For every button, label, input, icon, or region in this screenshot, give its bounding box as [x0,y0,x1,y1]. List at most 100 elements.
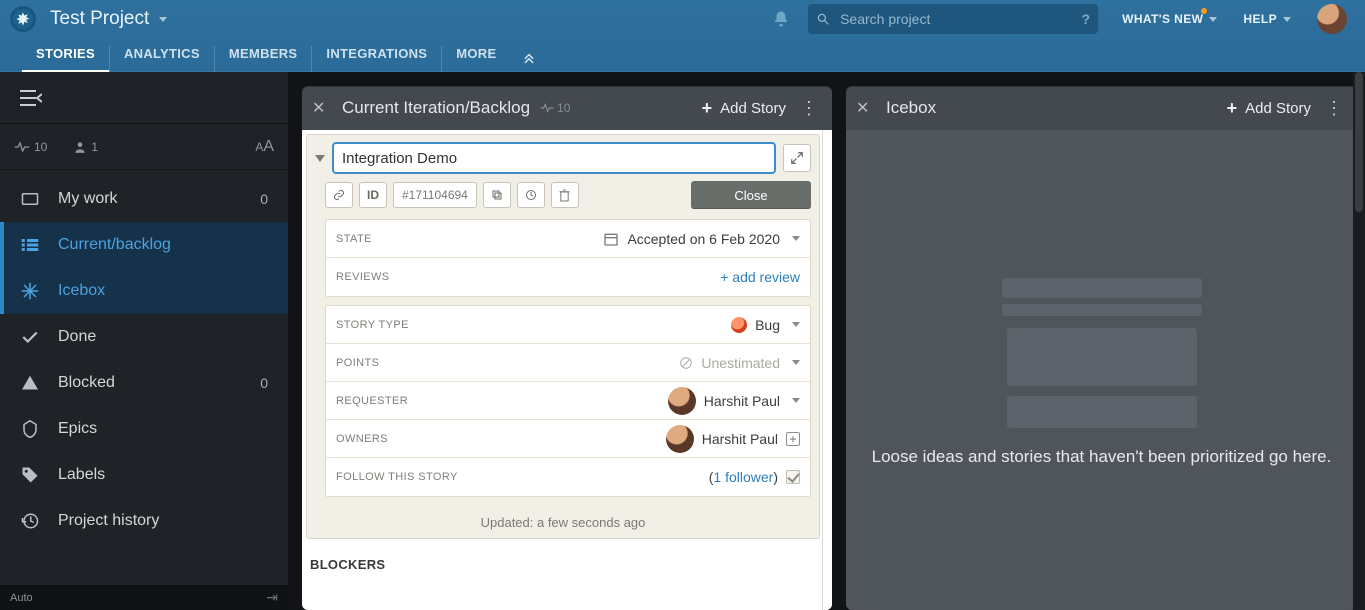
story-collapse-icon[interactable] [315,155,325,162]
owners-row[interactable]: OWNERS Harshit Paul + [326,420,810,458]
notifications-icon[interactable] [772,10,790,28]
labels-icon [20,466,40,484]
icebox-empty-state: Loose ideas and stories that haven't bee… [846,130,1357,610]
copy-icon[interactable] [483,182,511,208]
owners-value: Harshit Paul [702,431,778,447]
search-box[interactable]: ? [808,4,1098,34]
prop-label: OWNERS [336,433,466,445]
sidebar-item-label: Project history [58,512,159,530]
empty-text: Loose ideas and stories that haven't bee… [872,446,1332,469]
panel-menu-icon[interactable]: ⋮ [1321,98,1347,119]
sidebar-item-blocked[interactable]: Blocked 0 [0,360,288,406]
plus-icon: + [702,98,713,119]
follow-row: FOLLOW THIS STORY (1 follower) [326,458,810,496]
expand-bottom-icon[interactable]: ⇥ [266,589,278,606]
sidebar-item-count: 0 [260,375,268,391]
search-help-icon[interactable]: ? [1082,11,1091,27]
calendar-icon [603,231,619,247]
sidebar-item-history[interactable]: Project history [0,498,288,544]
velocity-icon[interactable] [14,141,30,153]
tab-integrations[interactable]: INTEGRATIONS [312,46,442,72]
story-type-value: Bug [755,317,780,333]
state-value: Accepted on 6 Feb 2020 [627,231,780,247]
whats-new-link[interactable]: WHAT'S NEW [1122,12,1217,26]
state-row[interactable]: STATE Accepted on 6 Feb 2020 [326,220,810,258]
sidebar-item-done[interactable]: Done [0,314,288,360]
help-link[interactable]: HELP [1243,12,1291,26]
add-story-button[interactable]: + Add Story [702,98,786,119]
story-updated: Updated: a few seconds ago [307,505,819,534]
chevron-down-icon [792,398,800,403]
prop-label: REVIEWS [336,271,466,283]
sidebar-footer: Auto ⇥ [0,584,288,610]
story-type-row[interactable]: STORY TYPE Bug [326,306,810,344]
avatar [668,387,696,415]
sidebar-item-labels[interactable]: Labels [0,452,288,498]
tab-members[interactable]: MEMBERS [215,46,313,72]
panel-close-icon[interactable]: ✕ [312,98,334,118]
requester-row[interactable]: REQUESTER Harshit Paul [326,382,810,420]
avatar [666,425,694,453]
story-card: ID #171104694 Close STATE Accepted on 6 … [306,134,820,539]
follow-checkbox[interactable] [786,470,800,484]
reviews-row: REVIEWS + add review [326,258,810,296]
prop-label: FOLLOW THIS STORY [336,471,466,483]
link-icon[interactable] [325,182,353,208]
close-story-button[interactable]: Close [691,181,811,209]
collapse-tabs-icon[interactable] [522,50,536,64]
sidebar-item-icebox[interactable]: Icebox [0,268,288,314]
add-review-link[interactable]: + add review [720,269,800,285]
sidebar: 10 1 AA My work 0 Current/backlog Icebox… [0,72,288,610]
font-size-control[interactable]: AA [255,138,274,156]
chevron-down-icon [1283,17,1291,22]
whats-new-badge [1201,8,1207,14]
search-input[interactable] [840,11,1081,27]
density-auto[interactable]: Auto [10,592,33,604]
panel-title: Icebox [886,98,936,118]
project-dropdown-icon[interactable] [159,17,167,22]
points-row[interactable]: POINTS Unestimated [326,344,810,382]
sidebar-item-label: Current/backlog [58,236,171,254]
members-icon[interactable] [73,140,87,154]
sidebar-item-label: Epics [58,420,97,438]
tab-stories[interactable]: STORIES [22,46,110,72]
followers-link[interactable]: 1 follower [713,469,773,485]
history-icon[interactable] [517,182,545,208]
story-expand-icon[interactable] [783,144,811,172]
story-id[interactable]: #171104694 [393,182,477,208]
collapse-sidebar-icon[interactable] [18,88,42,108]
unestimated-icon [679,356,693,370]
delete-icon[interactable] [551,182,579,208]
user-avatar[interactable] [1317,4,1347,34]
icebox-icon [20,282,40,300]
app-logo[interactable] [10,6,36,32]
add-story-button[interactable]: + Add Story [1227,98,1311,119]
panel-scrollbar[interactable] [822,130,832,610]
plus-icon: + [1227,98,1238,119]
empty-illustration [872,278,1332,428]
panel-close-icon[interactable]: ✕ [856,98,878,118]
project-title[interactable]: Test Project [50,8,149,30]
prop-label: POINTS [336,357,466,369]
tab-analytics[interactable]: ANALYTICS [110,46,215,72]
panel-velocity[interactable]: 10 [540,101,570,115]
sidebar-item-epics[interactable]: Epics [0,406,288,452]
add-owner-icon[interactable]: + [786,432,800,446]
id-label: ID [359,182,387,208]
backlog-icon [20,238,40,252]
window-scrollbar[interactable] [1353,72,1365,610]
prop-label: REQUESTER [336,395,466,407]
panel-menu-icon[interactable]: ⋮ [796,98,822,119]
add-story-label: Add Story [720,100,786,117]
blocked-icon [20,375,40,391]
sidebar-item-current-backlog[interactable]: Current/backlog [0,222,288,268]
epics-icon [20,420,40,438]
history-icon [20,512,40,530]
panel-icebox: ✕ Icebox + Add Story ⋮ Loose ideas and s… [846,86,1357,610]
tab-more[interactable]: MORE [442,46,510,72]
story-title-input[interactable] [333,143,775,173]
sidebar-item-mywork[interactable]: My work 0 [0,176,288,222]
bug-icon [731,317,747,333]
chevron-down-icon [792,322,800,327]
whats-new-label: WHAT'S NEW [1122,12,1203,26]
